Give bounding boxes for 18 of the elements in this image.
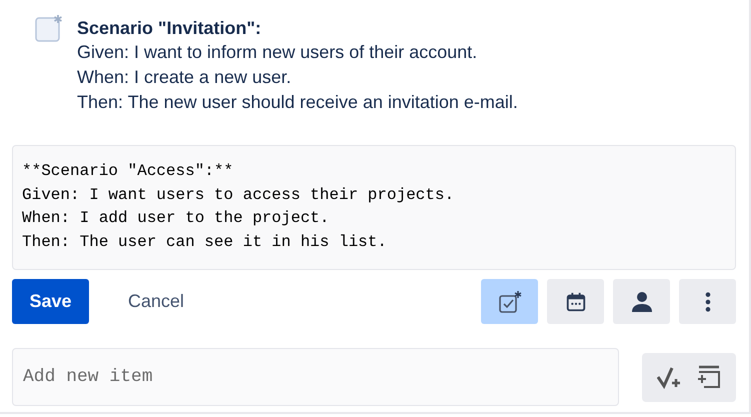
add-section-icon[interactable]	[697, 365, 721, 389]
scenario-line: When: I create a new user.	[77, 66, 292, 89]
scenario-line: Then: The new user should receive an invitation e-mail.	[77, 91, 518, 114]
calendar-icon	[564, 290, 586, 312]
calendar-button[interactable]	[547, 279, 604, 324]
scenario-title: Scenario "Invitation":	[77, 17, 262, 40]
checkbox-icon[interactable]	[35, 14, 63, 42]
cancel-button[interactable]: Cancel	[106, 279, 206, 324]
person-button[interactable]	[613, 279, 670, 324]
scenario-line: Given: I want to inform new users of their account.	[77, 41, 478, 64]
text-editor[interactable]: **Scenario "Access":** Given: I want users to access their projects. When: I add user to the project. Then: The user can see it in his list.	[12, 145, 736, 270]
add-check-icon[interactable]	[657, 365, 681, 389]
add-item-field[interactable]: Add new item	[12, 348, 619, 406]
person-icon	[630, 290, 654, 314]
more-icon	[704, 290, 712, 312]
checkbox-icon	[498, 290, 522, 314]
save-button[interactable]: Save	[12, 279, 89, 324]
checkbox-button[interactable]	[481, 279, 538, 324]
